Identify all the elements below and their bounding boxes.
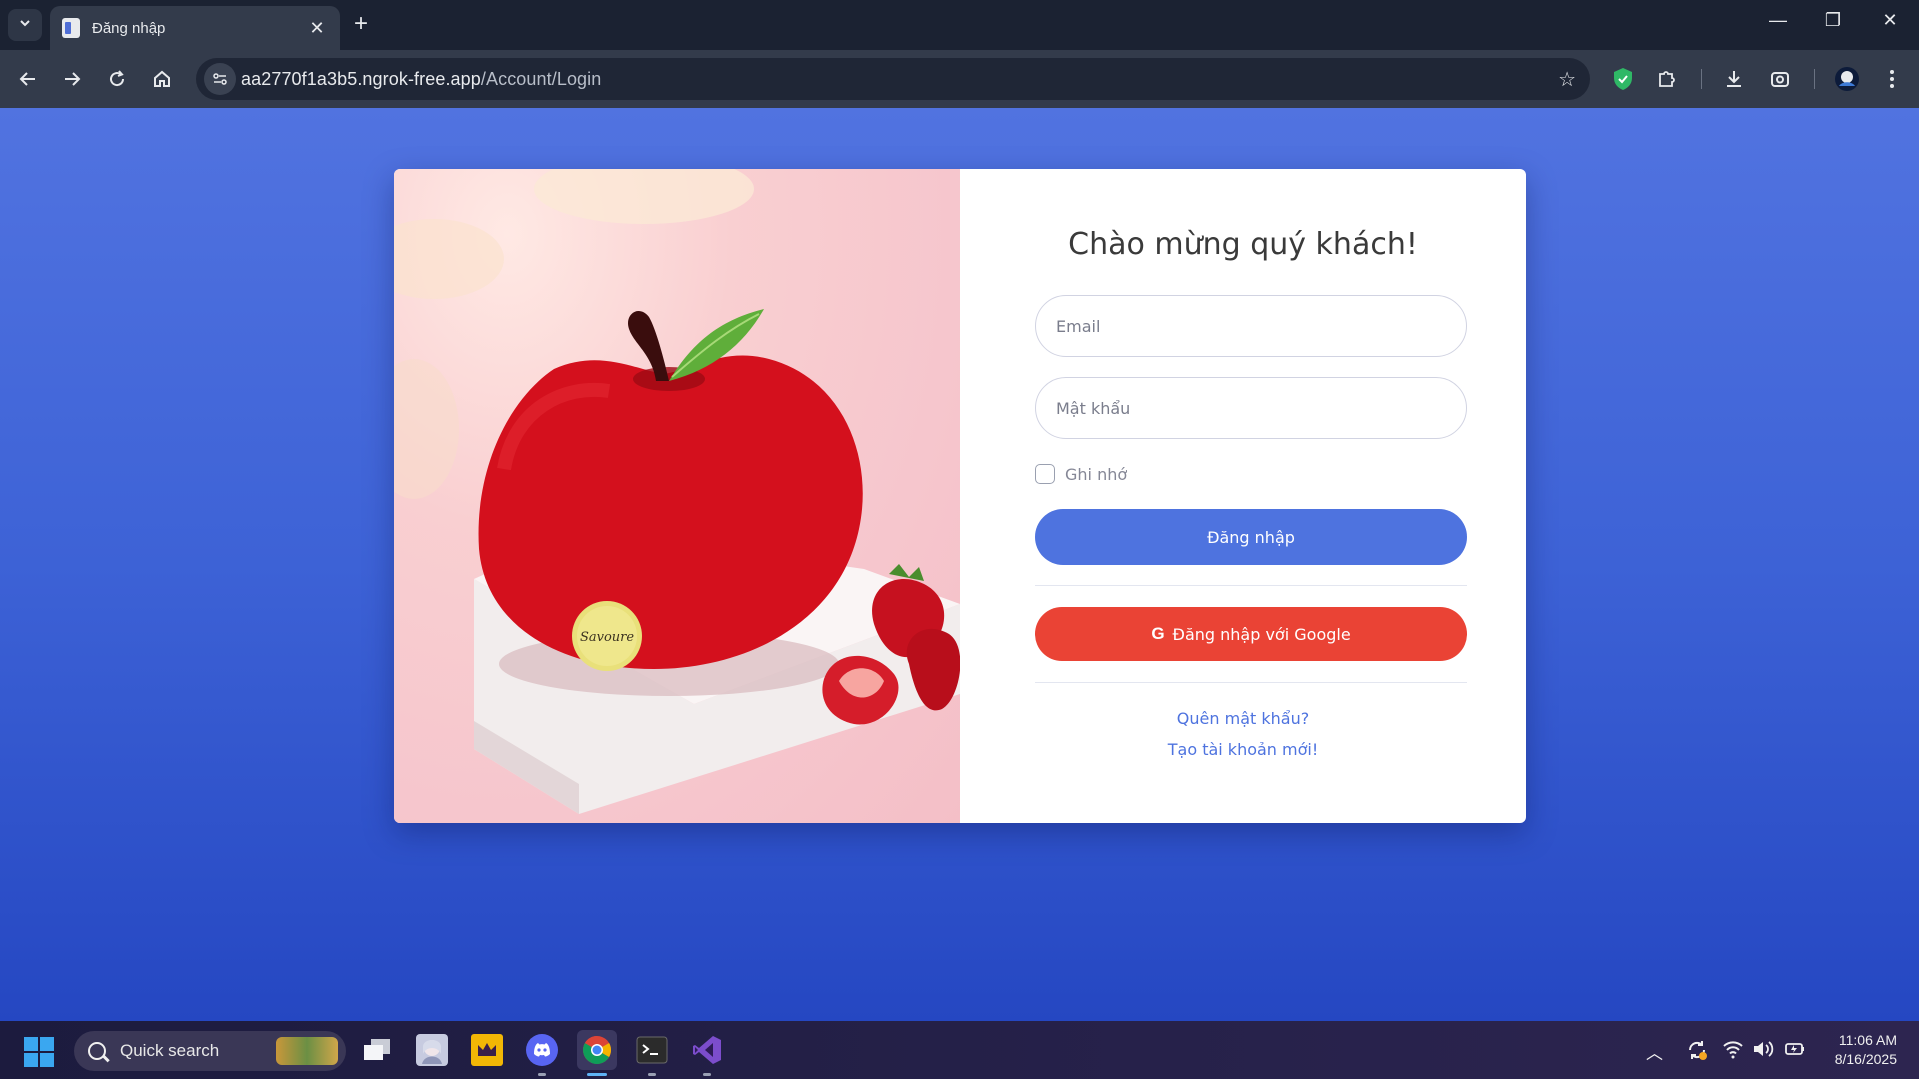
running-indicator (703, 1073, 711, 1076)
toolbar-divider (1701, 69, 1702, 89)
search-label: Quick search (120, 1041, 220, 1060)
tab-title: Đăng nhập (92, 19, 166, 37)
chevron-down-icon (18, 16, 32, 35)
visual-studio-icon[interactable] (687, 1030, 727, 1070)
close-tab-icon[interactable]: ✕ (306, 18, 328, 39)
shield-extension-icon[interactable] (1607, 63, 1639, 95)
url-path: /Account/Login (480, 69, 602, 89)
back-icon[interactable] (12, 63, 44, 95)
password-input[interactable] (1035, 377, 1467, 439)
search-icon (88, 1042, 106, 1060)
browser-menu-icon[interactable] (1876, 63, 1908, 95)
bookmark-star-icon[interactable]: ☆ (1558, 67, 1576, 92)
toolbar-divider (1814, 69, 1815, 89)
login-card: Savoure Chào mừng quý khách! Ghi nhớ Đăn… (394, 169, 1526, 823)
browser-tab-bar: Đăng nhập ✕ + — ❐ ✕ (0, 0, 1919, 50)
close-window-icon[interactable]: ✕ (1870, 10, 1910, 31)
register-link[interactable]: Tạo tài khoản mới! (960, 740, 1526, 759)
discord-icon[interactable] (522, 1030, 562, 1070)
page-background: Savoure Chào mừng quý khách! Ghi nhớ Đăn… (0, 108, 1919, 1021)
new-tab-button[interactable]: + (354, 12, 368, 36)
divider (1035, 585, 1467, 586)
running-indicator (648, 1073, 656, 1076)
remember-checkbox[interactable] (1035, 464, 1055, 484)
taskbar-search[interactable]: Quick search (74, 1031, 346, 1071)
login-button[interactable]: Đăng nhập (1035, 509, 1467, 565)
task-view-icon[interactable] (357, 1030, 397, 1070)
screenshot-lens-icon[interactable] (1764, 63, 1796, 95)
cake-photo: Savoure (394, 169, 960, 823)
welcome-heading: Chào mừng quý khách! (1068, 227, 1418, 262)
clock-time: 11:06 AM (1838, 1032, 1897, 1048)
remember-label: Ghi nhớ (1065, 464, 1128, 484)
login-button-label: Đăng nhập (1207, 527, 1295, 547)
anime-app-icon[interactable] (412, 1030, 452, 1070)
minimize-icon[interactable]: — (1758, 10, 1798, 31)
url-host: aa2770f1a3b5.ngrok-free.app (241, 69, 481, 89)
taskbar-clock[interactable]: 11:06 AM 8/16/2025 (1835, 1031, 1897, 1069)
divider (1035, 682, 1467, 683)
google-login-label: Đăng nhập với Google (1172, 624, 1351, 644)
running-indicator (538, 1073, 546, 1076)
show-hidden-icons-chevron-icon[interactable]: ︿ (1646, 1039, 1663, 1064)
apple-cake-illustration: Savoure (394, 169, 960, 814)
forgot-password-link[interactable]: Quên mật khẩu? (960, 709, 1526, 728)
page-favicon-icon (62, 18, 80, 38)
crown-app-icon[interactable] (467, 1030, 507, 1070)
google-login-button[interactable]: G Đăng nhập với Google (1035, 607, 1467, 661)
search-highlight-image (276, 1037, 338, 1065)
google-icon: G (1151, 624, 1165, 643)
download-icon[interactable] (1718, 63, 1750, 95)
extensions-puzzle-icon[interactable] (1651, 63, 1683, 95)
reload-icon[interactable] (101, 63, 133, 95)
wifi-icon[interactable] (1722, 1039, 1744, 1064)
url-text: aa2770f1a3b5.ngrok-free.app/Account/Logi… (241, 69, 601, 90)
address-bar[interactable]: aa2770f1a3b5.ngrok-free.app/Account/Logi… (196, 58, 1590, 100)
active-indicator (587, 1073, 607, 1076)
remember-me[interactable]: Ghi nhớ (1035, 464, 1127, 484)
photo-badge-text: Savoure (580, 630, 634, 645)
profile-avatar-icon[interactable] (1831, 63, 1863, 95)
site-info-icon[interactable] (204, 63, 236, 95)
browser-tab-active[interactable]: Đăng nhập ✕ (50, 6, 340, 50)
windows-start-icon[interactable] (24, 1037, 54, 1067)
home-icon[interactable] (146, 63, 178, 95)
login-form-pane: Chào mừng quý khách! Ghi nhớ Đăng nhập G… (960, 169, 1526, 823)
tab-search-button[interactable] (8, 9, 42, 41)
windows-taskbar: Quick search ︿ 11:06 AM 8/16/2025 (0, 1021, 1919, 1079)
battery-charging-icon[interactable] (1784, 1039, 1806, 1064)
volume-icon[interactable] (1752, 1039, 1774, 1064)
clock-date: 8/16/2025 (1834, 1051, 1897, 1067)
terminal-icon[interactable] (632, 1030, 672, 1070)
chrome-icon[interactable] (577, 1030, 617, 1070)
forward-icon[interactable] (56, 63, 88, 95)
email-input[interactable] (1035, 295, 1467, 357)
sync-icon[interactable] (1686, 1039, 1708, 1066)
browser-toolbar: aa2770f1a3b5.ngrok-free.app/Account/Logi… (0, 50, 1919, 108)
restore-window-icon[interactable]: ❐ (1813, 10, 1853, 31)
